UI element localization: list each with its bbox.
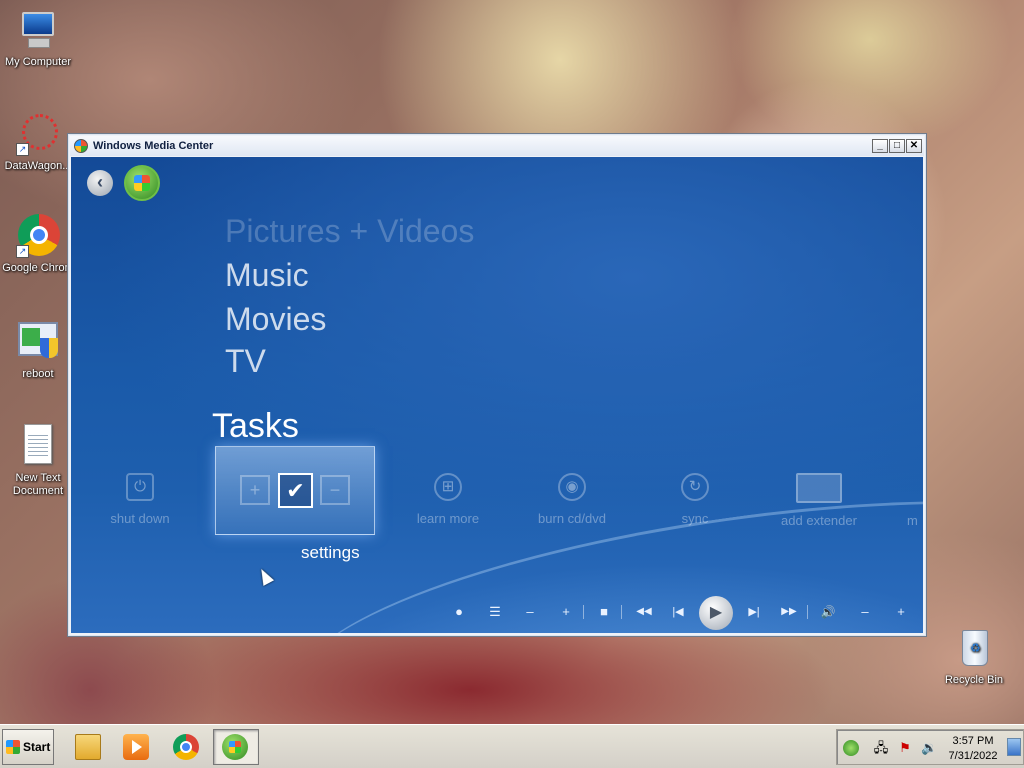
desktop-icon-recycle-bin[interactable]: ♻ Recycle Bin — [936, 626, 1012, 687]
desktop-icon-reboot[interactable]: reboot — [0, 320, 76, 381]
shortcut-arrow-icon: ↗ — [16, 245, 29, 258]
taskbar-media-center[interactable] — [213, 729, 259, 765]
sync-icon: ↻ — [681, 473, 709, 501]
task-add-extender[interactable]: add extender — [759, 473, 879, 528]
taskbar-explorer[interactable] — [66, 729, 108, 765]
desktop-icon-my-computer[interactable]: My Computer — [0, 8, 76, 69]
taskbar-chrome[interactable] — [164, 729, 206, 765]
media-player-icon — [123, 734, 149, 760]
desktop-icon-new-text-document[interactable]: New Text Document — [0, 424, 76, 498]
clock-time: 3:57 PM — [952, 735, 994, 747]
extender-icon — [796, 473, 842, 503]
desktop-icon-label: Recycle Bin — [944, 674, 1004, 686]
text-file-icon — [16, 424, 60, 468]
task-label: learn more — [416, 511, 480, 526]
start-label: Start — [23, 740, 51, 754]
task-more[interactable]: m — [907, 473, 923, 528]
show-desktop-button[interactable] — [1007, 738, 1021, 756]
windows-logo-icon: ⊞ — [434, 473, 462, 501]
channel-down-button[interactable]: – — [520, 604, 540, 620]
disc-icon: ◉ — [558, 473, 586, 501]
fast-forward-button[interactable]: ▶▶ — [777, 604, 801, 620]
back-button[interactable]: ‹ — [87, 170, 113, 196]
volume-icon[interactable]: 🔉 — [921, 740, 937, 756]
datawagon-icon: ↗ — [16, 112, 60, 156]
close-button[interactable]: ✕ — [906, 139, 922, 153]
task-settings-tile[interactable]: + ✔ − — [215, 446, 375, 535]
wmc-content: ‹ Pictures + Videos Music Movies TV Task… — [71, 157, 923, 633]
menu-item-tv[interactable]: TV — [225, 343, 266, 380]
checkmark-icon: ✔ — [278, 473, 313, 508]
desktop-icon-label: reboot — [22, 368, 54, 380]
taskbar-media-player[interactable] — [114, 729, 156, 765]
folder-icon — [75, 734, 101, 760]
recycle-bin-icon: ♻ — [952, 626, 996, 670]
chrome-icon: ↗ — [16, 214, 60, 258]
power-icon: ⏻ — [126, 473, 154, 501]
desktop-icon-label: Google Chrom — [2, 262, 74, 274]
transport-controls: ● ☰ – + ■ ◀◀ |◀ ▶ ▶| ▶▶ 🔊 – + — [71, 596, 923, 630]
wmc-window: Windows Media Center _ □ ✕ ‹ Pictures + … — [67, 133, 927, 637]
task-burn-cd-dvd[interactable]: ◉ burn cd/dvd — [512, 473, 632, 526]
menu-item-music[interactable]: Music — [225, 257, 309, 294]
maximize-button[interactable]: □ — [889, 139, 905, 153]
windows-flag-icon — [6, 740, 20, 754]
task-sync[interactable]: ↻ sync — [635, 473, 755, 526]
window-title: Windows Media Center — [93, 140, 214, 152]
task-label: add extender — [781, 513, 857, 528]
menu-item-pictures-videos[interactable]: Pictures + Videos — [225, 213, 474, 250]
transport-separator — [807, 605, 808, 619]
plus-icon: + — [240, 475, 270, 505]
minimize-button[interactable]: _ — [872, 139, 888, 153]
skip-forward-button[interactable]: ▶| — [744, 604, 764, 620]
guide-button[interactable]: ☰ — [485, 604, 505, 620]
taskbar: Start 🖧 ⚑ 🔉 3:57 PM 7/31/2022 — [0, 724, 1024, 768]
shortcut-arrow-icon: ↗ — [16, 143, 29, 156]
play-button[interactable]: ▶ — [699, 596, 733, 630]
desktop-icon-label: New Text Document — [12, 472, 64, 497]
wmc-start-button[interactable] — [124, 165, 160, 201]
network-icon[interactable]: 🖧 — [873, 740, 889, 756]
transport-separator — [583, 605, 584, 619]
task-label: shut down — [110, 511, 170, 526]
task-shut-down[interactable]: ⏻ shut down — [80, 473, 200, 526]
record-button[interactable]: ● — [449, 604, 469, 620]
transport-separator — [621, 605, 622, 619]
window-titlebar[interactable]: Windows Media Center _ □ ✕ — [70, 136, 924, 156]
desktop-icon-datawagon[interactable]: ↗ DataWagon... — [0, 112, 76, 173]
volume-up-button[interactable]: + — [891, 604, 911, 620]
desktop-icon-google-chrome[interactable]: ↗ Google Chrom — [0, 214, 76, 275]
clock-date: 7/31/2022 — [948, 750, 998, 762]
wmc-tray-icon[interactable] — [843, 740, 859, 756]
computer-icon — [16, 8, 60, 52]
clock[interactable]: 3:57 PM 7/31/2022 — [943, 734, 1003, 764]
task-label: sync — [681, 511, 709, 526]
reboot-icon — [16, 320, 60, 364]
channel-up-button[interactable]: + — [556, 604, 576, 620]
wmc-app-icon — [74, 139, 88, 153]
task-label: m — [907, 513, 918, 528]
minus-icon: − — [320, 475, 350, 505]
tasks-section-title: Tasks — [212, 407, 299, 445]
action-center-icon[interactable]: ⚑ — [897, 740, 913, 756]
task-learn-more[interactable]: ⊞ learn more — [388, 473, 508, 526]
start-button[interactable]: Start — [2, 729, 54, 765]
stop-button[interactable]: ■ — [594, 604, 614, 620]
chrome-icon — [173, 734, 199, 760]
skip-back-button[interactable]: |◀ — [668, 604, 688, 620]
task-settings-label: settings — [301, 543, 360, 562]
volume-down-button[interactable]: – — [855, 604, 875, 620]
menu-item-movies[interactable]: Movies — [225, 301, 326, 338]
task-label: burn cd/dvd — [538, 511, 606, 526]
system-tray: 🖧 ⚑ 🔉 3:57 PM 7/31/2022 — [836, 729, 1024, 765]
desktop-icon-label: My Computer — [4, 56, 72, 68]
desktop-icon-label: DataWagon... — [4, 160, 72, 172]
mute-button[interactable]: 🔊 — [818, 604, 838, 620]
wmc-icon — [222, 734, 248, 760]
rewind-button[interactable]: ◀◀ — [632, 604, 656, 620]
